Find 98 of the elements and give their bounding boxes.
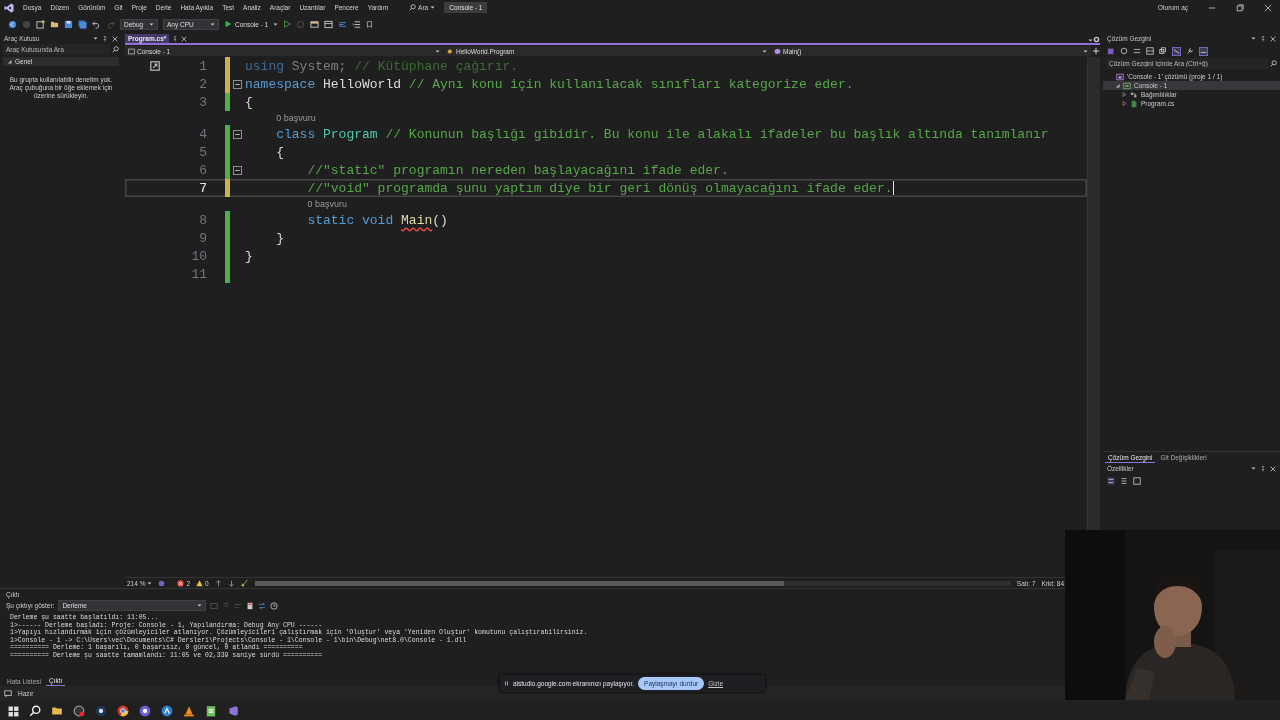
line-number: 6	[198, 162, 207, 178]
line-number: 8	[198, 212, 207, 228]
code-line: }	[275, 230, 284, 246]
brush-icon[interactable]	[240, 579, 249, 587]
code-line: //"void" programda şunu yaptım diye bir geri dönüş olmayacağını ifade eder.	[306, 180, 893, 196]
arrow-up-icon[interactable]	[214, 579, 222, 587]
search-icon	[112, 46, 119, 53]
project-icon	[1123, 81, 1131, 90]
collapse-icon[interactable]	[233, 79, 242, 89]
dropdown-caret-icon[interactable]	[1251, 466, 1256, 471]
start-icon[interactable]	[8, 705, 19, 717]
dropdown-caret-icon[interactable]	[1251, 36, 1256, 41]
folder-icon[interactable]	[51, 705, 63, 717]
save-icon[interactable]	[64, 19, 73, 29]
new-project-icon[interactable]	[36, 19, 45, 29]
pin-icon[interactable]	[1260, 465, 1266, 472]
method-icon	[774, 47, 781, 55]
line-number: 1	[198, 58, 207, 74]
play-icon	[224, 20, 232, 28]
dropdown-caret-icon[interactable]	[93, 36, 98, 41]
project-icon	[128, 47, 135, 55]
solution-icon	[1116, 72, 1124, 81]
close-icon[interactable]	[112, 35, 118, 42]
play-outline-icon[interactable]	[283, 20, 292, 28]
search-icon	[409, 4, 417, 11]
code-line: using System; // Kütüphane çağırır.	[245, 58, 519, 74]
expand-icon[interactable]	[149, 60, 161, 72]
dropdown-caret-icon[interactable]	[430, 5, 436, 10]
clock-icon[interactable]	[270, 601, 279, 610]
file-icon	[1130, 99, 1138, 108]
code-line: class Program // Konunun başlığı gibidir. Bu konu ile alakalı ifadeler bu başlık altında tanımlanır	[275, 126, 1049, 142]
code-line: //"static" programın nereden başlayacağını ifade eder.	[306, 162, 729, 178]
app-icon[interactable]	[161, 705, 173, 717]
dropdown-caret-icon[interactable]	[762, 48, 767, 54]
window-icon[interactable]	[324, 19, 334, 29]
open-folder-icon[interactable]	[50, 19, 59, 29]
codelens-link[interactable]: 0 başvuru	[307, 199, 347, 209]
app-icon[interactable]	[117, 705, 129, 717]
code-line: namespace HelloWorld // Aynı konu için kullanılacak sınıfları kategorize eder.	[245, 76, 854, 92]
indent-icon[interactable]	[352, 19, 362, 29]
collapse-all-icon[interactable]	[1146, 47, 1154, 55]
close-icon[interactable]	[1270, 465, 1276, 472]
save-all-icon[interactable]	[78, 19, 87, 29]
copy-icon[interactable]	[1159, 47, 1167, 55]
pin-icon[interactable]	[1260, 35, 1266, 42]
dependencies-icon	[1130, 90, 1138, 99]
collapse-icon[interactable]	[233, 165, 242, 175]
line-number: 10	[190, 248, 207, 264]
line-number: 5	[198, 144, 207, 160]
app-icon[interactable]	[95, 705, 107, 717]
undo-icon[interactable]	[92, 19, 101, 29]
add-icon[interactable]	[1092, 47, 1100, 55]
search-icon	[1270, 60, 1277, 67]
horizontal-scrollbar[interactable]	[254, 580, 1011, 586]
vertical-scrollbar[interactable]	[1087, 57, 1100, 530]
app-icon[interactable]	[139, 705, 151, 717]
dropdown-caret-icon[interactable]	[147, 580, 153, 586]
codelens-link[interactable]: 0 başvuru	[276, 113, 316, 123]
line-number: 9	[198, 230, 207, 246]
class-icon	[447, 47, 454, 55]
arrow-down-icon[interactable]	[227, 579, 235, 587]
code-line: {	[275, 144, 284, 160]
pin-icon[interactable]	[102, 35, 108, 42]
line-number: 3	[198, 94, 207, 110]
search-icon[interactable]	[29, 705, 41, 717]
text-cursor	[892, 181, 894, 195]
cone-icon[interactable]	[183, 705, 195, 717]
close-icon[interactable]	[1264, 3, 1272, 12]
notification-icon	[4, 689, 12, 698]
app-icon[interactable]	[73, 705, 85, 717]
dropdown-caret-icon[interactable]	[149, 21, 155, 27]
expanded-arrow-icon[interactable]	[1114, 83, 1120, 88]
notepad-icon[interactable]	[205, 705, 217, 717]
pause-icon	[504, 680, 509, 687]
bookmark-icon[interactable]	[366, 19, 374, 29]
dropdown-caret-icon[interactable]	[435, 48, 440, 54]
close-icon[interactable]	[1270, 35, 1276, 42]
app-logo-icon	[4, 2, 14, 13]
code-line: }	[245, 248, 253, 264]
error-icon	[177, 579, 185, 587]
dropdown-caret-icon[interactable]	[197, 603, 203, 608]
pin-icon[interactable]	[172, 36, 179, 42]
back-icon[interactable]	[8, 19, 17, 29]
dropdown-caret-icon[interactable]	[210, 21, 215, 27]
dropdown-caret-icon[interactable]	[273, 21, 279, 27]
settings-icon[interactable]	[1093, 36, 1100, 43]
line-number: 2	[198, 76, 207, 92]
line-number: 7	[198, 180, 207, 196]
wrench-icon[interactable]	[1186, 47, 1194, 55]
restore-icon[interactable]	[1236, 3, 1244, 12]
warning-icon	[196, 579, 204, 587]
line-number: 4	[198, 126, 207, 142]
close-icon[interactable]	[181, 36, 188, 42]
collapse-icon[interactable]	[233, 129, 242, 139]
code-line: {	[245, 94, 253, 110]
line-number: 11	[190, 266, 207, 282]
expanded-arrow-icon	[7, 59, 12, 64]
code-line: static void Main()	[306, 212, 448, 228]
